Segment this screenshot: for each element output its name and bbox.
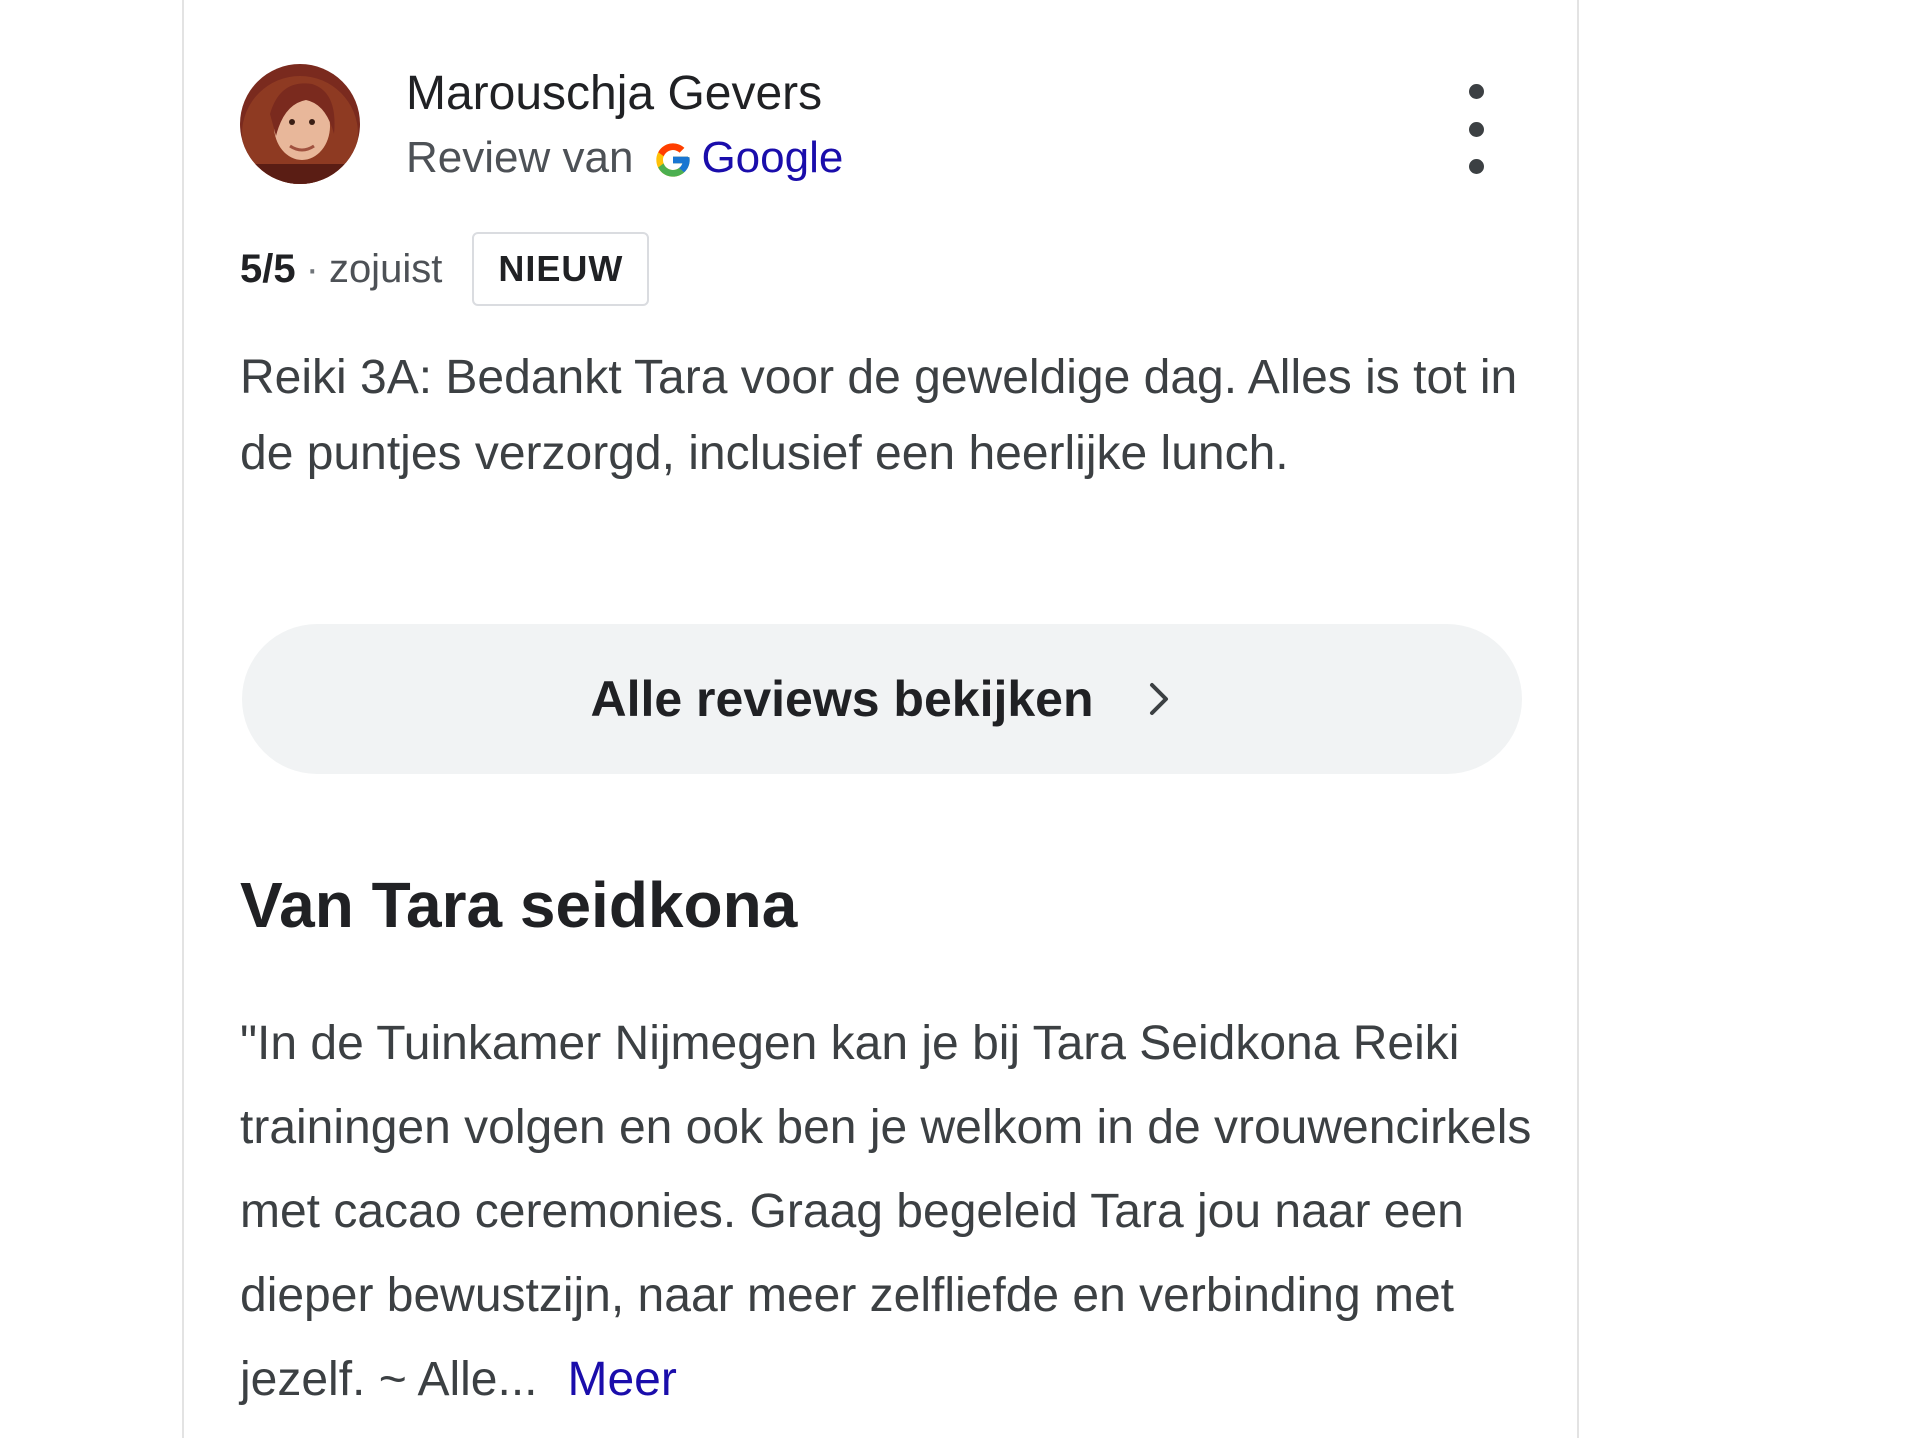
google-g-icon bbox=[653, 138, 693, 178]
business-description-text: "In de Tuinkamer Nijmegen kan je bij Tar… bbox=[240, 1017, 1532, 1406]
menu-dot bbox=[1468, 159, 1484, 174]
menu-dot bbox=[1468, 84, 1484, 99]
review-source-prefix: Review van bbox=[406, 133, 634, 182]
review-time: zojuist bbox=[328, 246, 443, 291]
business-description: "In de Tuinkamer Nijmegen kan je bij Tar… bbox=[240, 1002, 1560, 1422]
new-badge: NIEUW bbox=[472, 232, 650, 306]
google-link[interactable]: Google bbox=[701, 130, 843, 186]
avatar[interactable] bbox=[240, 64, 360, 184]
review-source: Review van Google bbox=[406, 130, 843, 186]
more-vert-icon[interactable] bbox=[1452, 84, 1500, 174]
menu-dot bbox=[1468, 121, 1484, 137]
more-link[interactable]: Meer bbox=[568, 1353, 677, 1406]
from-business-heading: Van Tara seidkona bbox=[240, 869, 798, 941]
separator-dot: · bbox=[305, 246, 319, 291]
chevron-right-icon bbox=[1144, 679, 1174, 719]
rating-row: 5/5 · zojuist NIEUW bbox=[240, 232, 650, 306]
all-reviews-label: Alle reviews bekijken bbox=[590, 671, 1094, 727]
rating-score: 5/5 bbox=[240, 246, 296, 291]
reviewer-name[interactable]: Marouschja Gevers bbox=[406, 64, 822, 124]
review-text: Reiki 3A: Bedankt Tara voor de geweldige… bbox=[240, 351, 1518, 480]
all-reviews-button[interactable]: Alle reviews bekijken bbox=[242, 624, 1522, 774]
